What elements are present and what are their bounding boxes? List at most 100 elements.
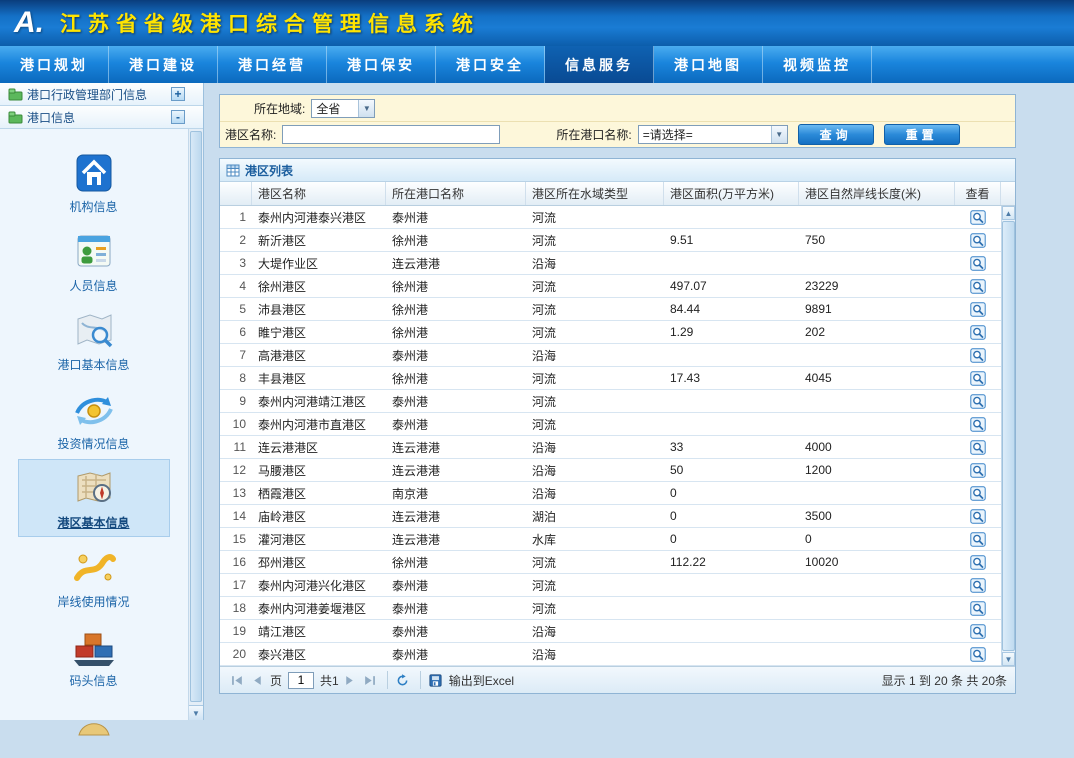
col-header-index xyxy=(220,182,252,205)
nav-tab[interactable]: 港口规划 xyxy=(0,46,109,83)
sidebar-item-label: 港口基本信息 xyxy=(57,356,129,373)
view-button[interactable] xyxy=(955,321,1001,343)
cell-shore: 750 xyxy=(799,229,955,251)
view-button[interactable] xyxy=(955,528,1001,550)
table-row: 3大堤作业区连云港港沿海 xyxy=(220,252,1001,275)
view-button[interactable] xyxy=(955,275,1001,297)
view-button[interactable] xyxy=(955,620,1001,642)
view-button[interactable] xyxy=(955,298,1001,320)
sidebar-item[interactable]: 港区基本信息 xyxy=(18,459,170,537)
view-button[interactable] xyxy=(955,436,1001,458)
sidebar-item[interactable]: 机构信息 xyxy=(18,143,170,221)
cell-num: 8 xyxy=(220,367,252,389)
view-button[interactable] xyxy=(955,206,1001,228)
filter-row-region: 所在地域: 全省 ▼ xyxy=(220,95,1015,121)
table-row: 9泰州内河港靖江港区泰州港河流 xyxy=(220,390,1001,413)
sidebar-item[interactable]: 人员信息 xyxy=(18,222,170,300)
scroll-down-icon[interactable]: ▼ xyxy=(1002,652,1015,666)
view-button[interactable] xyxy=(955,505,1001,527)
nav-tab[interactable]: 港口安全 xyxy=(436,46,545,83)
region-select[interactable]: 全省 ▼ xyxy=(311,99,375,118)
sidebar-item[interactable]: 港口基本信息 xyxy=(18,301,170,379)
view-button[interactable] xyxy=(955,413,1001,435)
search-button[interactable]: 查询 xyxy=(798,124,874,145)
divider xyxy=(387,671,388,689)
cell-num: 4 xyxy=(220,275,252,297)
cell-name: 高港港区 xyxy=(252,344,386,366)
chevron-down-icon: ▼ xyxy=(771,126,787,143)
view-button[interactable] xyxy=(955,459,1001,481)
sidebar-item-label: 港区基本信息 xyxy=(57,514,129,531)
next-page-button[interactable] xyxy=(341,671,359,689)
cell-name: 徐州港区 xyxy=(252,275,386,297)
cell-water: 河流 xyxy=(526,321,664,343)
scroll-up-icon[interactable]: ▲ xyxy=(1002,206,1015,220)
refresh-button[interactable] xyxy=(394,671,412,689)
view-button[interactable] xyxy=(955,597,1001,619)
sidebar-item[interactable]: 码头信息 xyxy=(18,617,170,695)
nav-tab[interactable]: 港口经营 xyxy=(218,46,327,83)
export-excel-button[interactable]: 输出到Excel xyxy=(449,672,514,689)
sidebar-item[interactable]: 投资情况信息 xyxy=(18,380,170,458)
cell-port: 南京港 xyxy=(386,482,526,504)
building-icon xyxy=(71,151,117,195)
cell-name: 泰州内河港兴化港区 xyxy=(252,574,386,596)
view-button[interactable] xyxy=(955,229,1001,251)
nav-tab[interactable]: 视频监控 xyxy=(763,46,872,83)
sidebar-item[interactable] xyxy=(18,696,170,757)
collapse-toggle-icon[interactable]: - xyxy=(171,110,185,124)
view-button[interactable] xyxy=(955,390,1001,412)
cell-shore: 10020 xyxy=(799,551,955,573)
filter-panel: 所在地域: 全省 ▼ 港区名称: 所在港口名称: =请选择= ▼ 查询 重置 xyxy=(219,94,1016,148)
sidebar-group-port-info[interactable]: 港口信息 - xyxy=(0,106,203,129)
view-button[interactable] xyxy=(955,551,1001,573)
last-page-button[interactable] xyxy=(361,671,379,689)
scroll-down-icon[interactable]: ▼ xyxy=(189,705,203,720)
cell-area xyxy=(664,344,799,366)
page-input[interactable] xyxy=(288,672,314,689)
nav-tab[interactable]: 信息服务 xyxy=(545,46,654,83)
sidebar-scrollbar[interactable]: ▼ xyxy=(188,129,203,720)
cell-name: 泰州内河港靖江港区 xyxy=(252,390,386,412)
view-button[interactable] xyxy=(955,643,1001,665)
cell-water: 沿海 xyxy=(526,436,664,458)
cell-area: 497.07 xyxy=(664,275,799,297)
cell-name: 栖霞港区 xyxy=(252,482,386,504)
cell-num: 18 xyxy=(220,597,252,619)
cell-shore: 4000 xyxy=(799,436,955,458)
nav-tab[interactable]: 港口保安 xyxy=(327,46,436,83)
view-button[interactable] xyxy=(955,482,1001,504)
sidebar-item[interactable]: 岸线使用情况 xyxy=(18,538,170,616)
cell-name: 泰州内河港市直港区 xyxy=(252,413,386,435)
cell-shore xyxy=(799,620,955,642)
app-header: A. 江苏省省级港口综合管理信息系统 xyxy=(0,0,1074,46)
excel-icon xyxy=(427,671,445,689)
nav-tab[interactable]: 港口地图 xyxy=(654,46,763,83)
reset-button[interactable]: 重置 xyxy=(884,124,960,145)
sidebar-scrollbar-thumb[interactable] xyxy=(190,131,202,702)
cell-area xyxy=(664,643,799,665)
port-name-select[interactable]: =请选择= ▼ xyxy=(638,125,788,144)
sidebar-group-admin-info[interactable]: 港口行政管理部门信息 + xyxy=(0,83,203,106)
table-scrollbar-thumb[interactable] xyxy=(1002,221,1015,651)
view-button[interactable] xyxy=(955,252,1001,274)
cell-name: 丰县港区 xyxy=(252,367,386,389)
view-button[interactable] xyxy=(955,367,1001,389)
cell-shore: 1200 xyxy=(799,459,955,481)
cell-shore xyxy=(799,206,955,228)
prev-page-button[interactable] xyxy=(248,671,266,689)
cell-port: 泰州港 xyxy=(386,643,526,665)
cell-num: 5 xyxy=(220,298,252,320)
first-page-button[interactable] xyxy=(228,671,246,689)
cell-name: 庙岭港区 xyxy=(252,505,386,527)
area-name-input[interactable] xyxy=(282,125,500,144)
table-scrollbar[interactable]: ▲ ▼ xyxy=(1001,206,1015,666)
expand-toggle-icon[interactable]: + xyxy=(171,87,185,101)
cell-port: 泰州港 xyxy=(386,344,526,366)
cell-area xyxy=(664,574,799,596)
view-button[interactable] xyxy=(955,574,1001,596)
view-button[interactable] xyxy=(955,344,1001,366)
cell-area xyxy=(664,390,799,412)
cell-name: 睢宁港区 xyxy=(252,321,386,343)
nav-tab[interactable]: 港口建设 xyxy=(109,46,218,83)
